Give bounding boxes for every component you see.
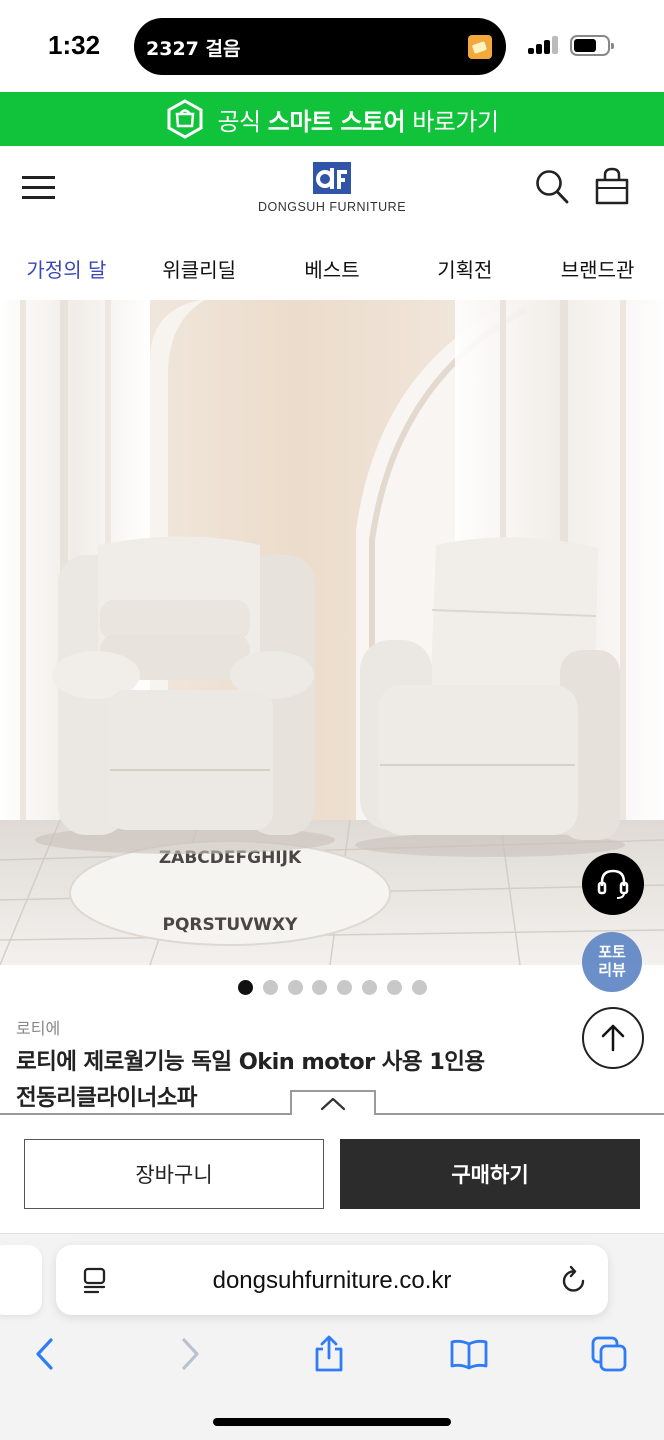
battery-icon bbox=[570, 35, 614, 56]
carousel-pagination bbox=[238, 980, 436, 996]
product-title: 로티에 제로월기능 독일 Okin motor 사용 1인용 전동리클라이너소파 bbox=[16, 1049, 485, 1111]
carousel-dot[interactable] bbox=[238, 980, 253, 995]
svg-text:PQRSTUVWXY: PQRSTUVWXY bbox=[163, 915, 299, 935]
arrow-up-icon bbox=[601, 1024, 625, 1052]
step-count-text: 2327 걸음 bbox=[146, 38, 241, 60]
site-header: DONGSUH FURNITURE bbox=[0, 146, 664, 238]
carousel-dot[interactable] bbox=[312, 980, 328, 995]
chevron-up-icon bbox=[320, 1097, 346, 1110]
pedometer-app-icon bbox=[468, 35, 492, 59]
signal-icon bbox=[528, 36, 562, 54]
product-image-carousel[interactable]: ZABCDEFGHIJK PQRSTUVWXY bbox=[0, 300, 664, 965]
scroll-top-button[interactable] bbox=[582, 1007, 644, 1069]
logo-text: DONGSUH FURNITURE bbox=[257, 200, 407, 214]
carousel-dot[interactable] bbox=[361, 980, 377, 995]
buy-now-button[interactable]: 구매하기 bbox=[340, 1139, 640, 1209]
customer-service-button[interactable] bbox=[582, 853, 644, 915]
address-bar[interactable]: dongsuhfurniture.co.kr bbox=[56, 1245, 608, 1315]
carousel-dot[interactable] bbox=[411, 980, 427, 995]
recliner-photo: ZABCDEFGHIJK PQRSTUVWXY bbox=[0, 300, 664, 965]
smart-store-icon bbox=[167, 99, 203, 139]
carousel-dot[interactable] bbox=[262, 980, 278, 995]
smart-store-banner[interactable]: 공식 스마트 스토어 바로가기 bbox=[0, 92, 664, 146]
carousel-dot[interactable] bbox=[386, 980, 402, 995]
tab-weekly-deal[interactable]: 위클리딜 bbox=[133, 238, 266, 300]
logo-mark-icon bbox=[313, 162, 351, 194]
previous-tab-peek[interactable] bbox=[0, 1245, 42, 1315]
expand-options-tab[interactable] bbox=[290, 1090, 376, 1115]
url-text: dongsuhfurniture.co.kr bbox=[212, 1267, 452, 1294]
reload-icon[interactable] bbox=[560, 1265, 588, 1295]
shopping-bag-icon[interactable] bbox=[594, 166, 630, 206]
photo-review-button[interactable]: 포토 리뷰 bbox=[582, 932, 642, 992]
product-brand[interactable]: 로티에 bbox=[16, 1015, 60, 1039]
headset-icon bbox=[597, 869, 629, 899]
tab-best[interactable]: 베스트 bbox=[266, 238, 399, 300]
dynamic-island[interactable]: 2327 걸음 bbox=[134, 18, 506, 75]
left-recliner bbox=[35, 536, 335, 854]
banner-text: 공식 스마트 스토어 바로가기 bbox=[217, 107, 499, 136]
brand-logo[interactable]: DONGSUH FURNITURE bbox=[250, 162, 414, 222]
tab-family-month[interactable]: 가정의 달 bbox=[0, 238, 133, 300]
carousel-dot[interactable] bbox=[287, 980, 303, 995]
share-icon[interactable] bbox=[309, 1334, 349, 1374]
category-nav: 가정의 달 위클리딜 베스트 기획전 브랜드관 bbox=[0, 238, 664, 300]
tab-brand[interactable]: 브랜드관 bbox=[531, 238, 664, 300]
forward-icon[interactable] bbox=[170, 1334, 210, 1374]
tab-exhibition[interactable]: 기획전 bbox=[398, 238, 531, 300]
home-indicator[interactable] bbox=[213, 1418, 451, 1426]
add-to-cart-button[interactable]: 장바구니 bbox=[24, 1139, 324, 1209]
status-bar: 1:32 2327 걸음 bbox=[0, 0, 664, 92]
back-icon[interactable] bbox=[25, 1334, 65, 1374]
search-icon[interactable] bbox=[534, 168, 570, 206]
menu-icon[interactable] bbox=[22, 174, 56, 200]
bookmarks-icon[interactable] bbox=[449, 1334, 489, 1374]
status-time: 1:32 bbox=[48, 30, 101, 60]
tabs-icon[interactable] bbox=[590, 1334, 630, 1374]
carousel-dot[interactable] bbox=[337, 980, 353, 995]
